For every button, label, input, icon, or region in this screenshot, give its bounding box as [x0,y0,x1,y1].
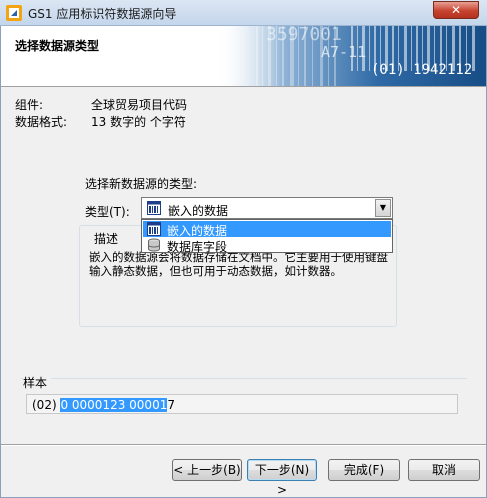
source-type-dropdown: 嵌入的数据 数据库字段 [141,219,393,254]
dropdown-option-embedded-data[interactable]: 嵌入的数据 [143,221,391,238]
component-value: 全球贸易项目代码 [91,98,188,112]
dropdown-option-database-field[interactable]: 数据库字段 [143,237,391,254]
wizard-header: 选择数据源类型 3597001 A7-11 (01) 1942112 [1,26,486,87]
page-title: 选择数据源类型 [15,39,100,53]
app-icon [6,5,22,21]
cancel-button[interactable]: 取消 [408,459,480,481]
sample-suffix: 7 [167,398,175,412]
description-title: 描述 [91,230,122,247]
banner-tag: A7-11 [321,43,367,61]
footer-separator [1,444,486,446]
component-label: 组件: [15,98,44,112]
database-icon [148,238,160,252]
wizard-window: 选择数据源类型 3597001 A7-11 (01) 1942112 组件: 全… [0,26,487,498]
next-button[interactable]: 下一步(N) > [247,459,317,497]
type-label: 类型(T): [85,205,130,219]
banner-code: (01) 1942112 [371,62,473,78]
dropdown-option-label: 数据库字段 [167,240,228,254]
data-format-value: 13 数字的 个字符 [91,115,186,129]
source-type-prompt: 选择新数据源的类型: [85,177,198,191]
sample-title: 样本 [23,374,52,391]
back-button[interactable]: < 上一步(B) [172,459,242,481]
description-text: 嵌入的数据源会将数据存储在文档中。它主要用于使用键盘输入静态数据，但也可用于动态… [89,250,388,278]
finish-button[interactable]: 完成(F) [328,459,400,481]
title-bar: GS1 应用标识符数据源向导 ✕ [0,0,487,26]
sample-field[interactable]: (02) 0 0000123 000017 [26,394,458,414]
sample-text: (02) 0 0000123 000017 [32,398,175,412]
chevron-down-icon[interactable]: ▼ [375,199,391,217]
source-type-combobox[interactable]: 嵌入的数据 ▼ [141,197,393,219]
embedded-data-icon [147,222,161,236]
window-title: GS1 应用标识符数据源向导 [28,7,177,21]
source-type-selected: 嵌入的数据 [168,204,229,218]
embedded-data-icon [147,201,161,215]
sample-prefix: (02) [32,398,61,412]
close-button[interactable]: ✕ [433,1,479,19]
data-format-label: 数据格式: [15,115,68,129]
sample-highlighted: 0 0000123 00001 [60,398,168,412]
